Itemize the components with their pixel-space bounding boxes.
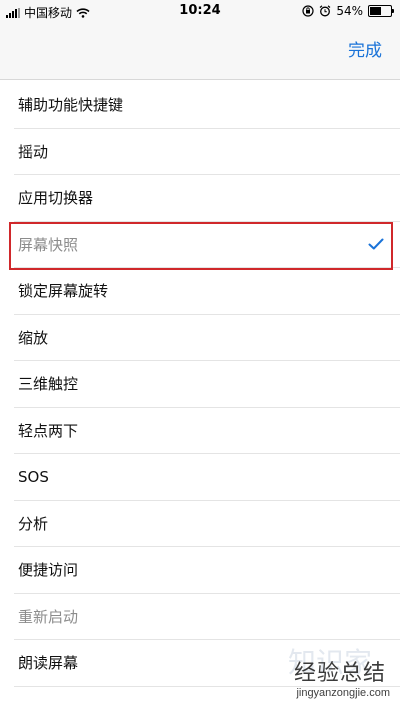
list-item[interactable]: 辅助功能快捷键	[14, 82, 400, 129]
checkmark-icon	[368, 238, 384, 250]
list-item[interactable]: 缩放	[14, 315, 400, 361]
list-item-label: 三维触控	[18, 375, 79, 394]
alarm-icon	[319, 5, 331, 17]
list-item[interactable]: 锁定屏幕旋转	[14, 268, 400, 315]
battery-fill	[370, 7, 381, 15]
battery-icon	[368, 5, 394, 17]
list-item[interactable]: 摇动	[14, 129, 400, 175]
list-item[interactable]: 应用切换器	[14, 175, 400, 222]
list-item-label: SOS	[18, 467, 49, 486]
list-item[interactable]: 轻点两下	[14, 408, 400, 454]
orientation-lock-icon	[302, 5, 314, 17]
list-item-label: 辅助功能快捷键	[18, 96, 124, 115]
list-item-label: 摇动	[18, 142, 49, 161]
list-item-label: 便捷访问	[18, 561, 79, 580]
watermark-main-text: 经验总结	[293, 661, 386, 686]
list-item[interactable]: 便捷访问	[14, 547, 400, 594]
shortcut-list: 辅助功能快捷键 摇动应用切换器屏幕快照锁定屏幕旋转 缩放三维触控轻点两下 SOS 分析便…	[0, 82, 400, 687]
list-item-label: 重新启动	[18, 607, 79, 626]
list-item-label: 应用切换器	[18, 189, 94, 208]
list-item-label: 轻点两下	[18, 421, 79, 440]
list-item[interactable]: 三维触控	[14, 361, 400, 408]
list-item[interactable]: 重新启动	[14, 594, 400, 640]
battery-percent: 54%	[336, 4, 363, 18]
list-item-label: 锁定屏幕旋转	[18, 282, 109, 301]
watermark-url-text: jingyanzongjie.com	[296, 687, 390, 699]
list-item[interactable]: 分析	[14, 501, 400, 547]
list-item-label: 分析	[18, 514, 49, 533]
done-button[interactable]: 完成	[348, 36, 382, 61]
watermark: 知识家 经验总结 jingyanzongjie.com	[252, 646, 392, 707]
list-item-label: 朗读屏幕	[18, 654, 79, 673]
list-item-label: 屏幕快照	[18, 235, 79, 254]
status-bar: 中国移动 10:24 54%	[0, 0, 400, 24]
status-right: 54%	[302, 4, 394, 18]
list-item[interactable]: 屏幕快照	[14, 222, 400, 268]
list-item[interactable]: SOS	[14, 454, 400, 501]
list-item-label: 缩放	[18, 328, 49, 347]
navigation-bar: 完成	[0, 24, 400, 80]
